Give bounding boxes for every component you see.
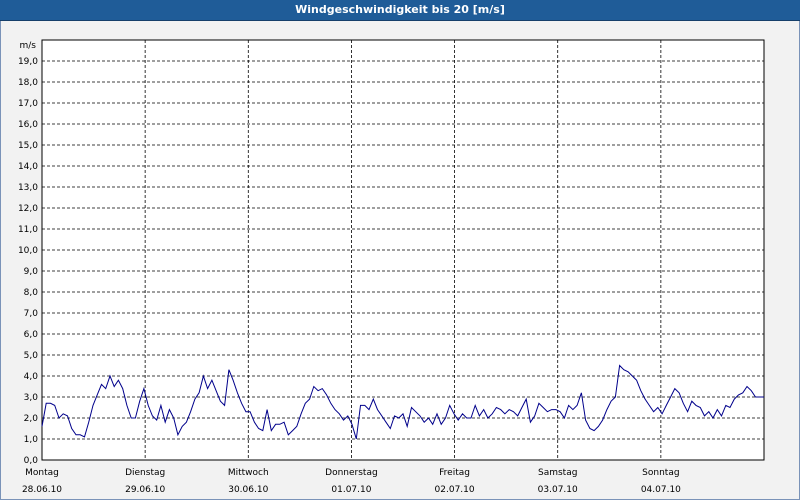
x-day-label: Montag (25, 468, 59, 478)
y-tick-label: 16,0 (18, 120, 38, 130)
y-tick-label: 3,0 (24, 393, 39, 403)
y-tick-label: 7,0 (24, 309, 39, 319)
x-axis-labels: Montag 28.06.10 Dienstag 29.06.10 Mittwoch 30… (22, 468, 681, 495)
x-date-label: 29.06.10 (125, 485, 165, 495)
x-day-label: Mittwoch (228, 468, 269, 478)
x-day-label: Dienstag (125, 468, 165, 478)
y-tick-label: 5,0 (24, 351, 39, 361)
x-date-label: 30.06.10 (228, 485, 268, 495)
x-date-label: 02.07.10 (435, 485, 475, 495)
y-tick-label: 1,0 (24, 435, 39, 445)
x-day-label: Sonntag (642, 468, 679, 478)
y-tick-label: 15,0 (18, 141, 38, 151)
x-date-label: 03.07.10 (538, 485, 578, 495)
y-tick-label: 19,0 (18, 57, 38, 67)
x-day-label: Freitag (439, 468, 470, 478)
y-tick-label: 12,0 (18, 204, 38, 214)
y-tick-label: 6,0 (24, 330, 39, 340)
x-day-label: Samstag (538, 468, 577, 478)
x-day-label: Donnerstag (325, 468, 378, 478)
y-axis-unit-label: m/s (20, 41, 37, 51)
y-tick-label: 13,0 (18, 183, 38, 193)
y-tick-label: 2,0 (24, 414, 39, 424)
x-date-label: 04.07.10 (641, 485, 681, 495)
y-tick-label: 9,0 (24, 267, 39, 277)
y-axis-ticks: 0,0 1,0 2,0 3,0 4,0 5,0 6,0 7,0 8,0 9,0 10,0 11,0 12… (18, 57, 38, 466)
y-tick-label: 17,0 (18, 99, 38, 109)
x-date-label: 01.07.10 (331, 485, 371, 495)
y-tick-label: 14,0 (18, 162, 38, 172)
y-tick-label: 8,0 (24, 288, 39, 298)
chart-canvas: m/s 0,0 1,0 2,0 3,0 4,0 5,0 6,0 7,0 8,0 9,0 10,0 11… (18, 39, 765, 495)
y-tick-label: 0,0 (24, 456, 39, 466)
x-date-label: 28.06.10 (22, 485, 62, 495)
y-tick-label: 10,0 (18, 246, 38, 256)
y-tick-label: 18,0 (18, 78, 38, 88)
y-tick-label: 11,0 (18, 225, 38, 235)
y-tick-label: 4,0 (24, 372, 39, 382)
